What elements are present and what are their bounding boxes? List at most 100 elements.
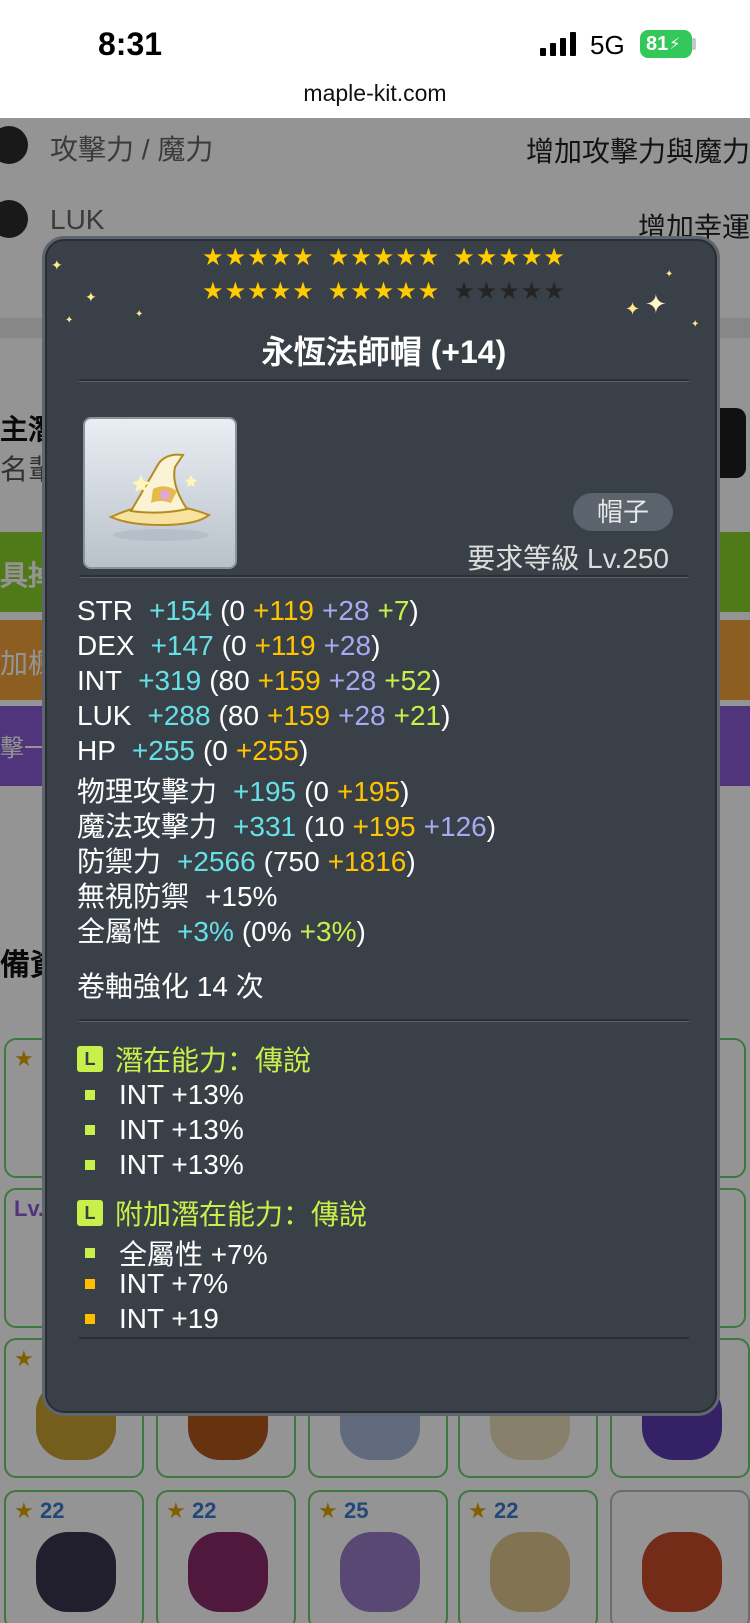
network-type: 5G (590, 30, 625, 60)
stat-total: +154 (149, 595, 213, 626)
battery-icon: 81 ⚡ (640, 30, 692, 58)
star-filled-icon: ★ (202, 278, 225, 305)
star-filled-icon: ★ (453, 244, 476, 271)
potential-header: L 潛在能力：傳說 (77, 1039, 311, 1079)
star-filled-icon: ★ (520, 244, 544, 271)
stat-base: (0 (304, 776, 329, 807)
stat-name: STR (77, 595, 133, 626)
star-filled-icon: ★ (350, 244, 373, 271)
star-filled-icon: ★ (327, 278, 351, 305)
stat-line: 防禦力 +2566 (750 +1816) (77, 840, 697, 877)
star-filled-icon: ★ (543, 244, 566, 271)
stat-bonus: +195 (352, 811, 416, 842)
item-name: 永恆法師帽 (+14) (261, 334, 507, 370)
stat-name: HP (77, 735, 116, 766)
additional-potential-line-text: 全屬性 +7% (119, 1239, 268, 1270)
item-icon-frame (83, 417, 237, 569)
stat-bonus: +28 (338, 700, 386, 731)
star-filled-icon: ★ (224, 244, 248, 271)
bullet-icon (85, 1090, 95, 1100)
status-time: 8:31 (98, 26, 163, 62)
star-force-row-2: ★★★★★ ★★★★★ ★★★★★ (45, 277, 717, 306)
stat-total: +288 (147, 700, 211, 731)
star-filled-icon: ★ (395, 278, 418, 305)
bullet-icon (85, 1125, 95, 1135)
potential-line: INT +13% (85, 1149, 244, 1181)
stat-total: +147 (150, 630, 214, 661)
star-filled-icon: ★ (350, 278, 373, 305)
stat-line: 無視防禦 +15% (77, 875, 697, 912)
stat-bonus: +159 (257, 665, 321, 696)
stat-total: +15% (205, 881, 278, 912)
stat-bonus: +3% (299, 916, 357, 947)
stat-bonus: +28 (323, 630, 372, 661)
additional-potential-line: INT +7% (85, 1268, 228, 1300)
stat-bonus: +119 (254, 630, 316, 661)
sparkle-icon: ✦ (65, 315, 74, 326)
stat-base: (0% (241, 916, 292, 947)
stat-total: +3% (177, 916, 234, 947)
stat-bonus: +28 (321, 595, 370, 626)
star-filled-icon: ★ (202, 244, 225, 271)
star-filled-icon: ★ (247, 244, 270, 271)
stat-name: 防禦力 (77, 846, 162, 877)
stat-base: (0 (221, 630, 247, 661)
stat-base: (80 (209, 665, 250, 696)
divider (79, 379, 689, 382)
star-filled-icon: ★ (475, 244, 499, 271)
star-filled-icon: ★ (372, 278, 396, 305)
divider (79, 1019, 689, 1022)
stat-total: +331 (233, 811, 297, 842)
stat-line: 全屬性 +3% (0% +3%) (77, 910, 697, 947)
required-level: 要求等級 Lv.250 (467, 543, 669, 574)
stat-base: (0 (202, 735, 228, 766)
stat-line: STR +154 (0 +119 +28 +7) (77, 595, 697, 630)
scroll-enhance-count: 卷軸強化 14 次 (77, 971, 264, 1002)
address-bar-url[interactable]: maple-kit.com (0, 80, 750, 107)
item-category-badge: 帽子 (573, 493, 673, 531)
potential-title: 潛在能力：傳說 (115, 1045, 312, 1076)
stat-base: (80 (218, 700, 260, 731)
star-empty-icon: ★ (453, 278, 476, 305)
stat-total: +319 (138, 665, 202, 696)
star-filled-icon: ★ (292, 244, 315, 271)
stat-line: 魔法攻擊力 +331 (10 +195 +126) (77, 805, 697, 842)
star-filled-icon: ★ (269, 244, 293, 271)
stat-base: (750 (263, 846, 320, 877)
star-filled-icon: ★ (247, 278, 270, 305)
star-force-row-1: ★★★★★ ★★★★★ ★★★★★ (45, 243, 717, 272)
stat-name: 物理攻擊力 (77, 776, 218, 807)
stat-name: LUK (77, 700, 132, 731)
additional-potential-header: L 附加潛在能力：傳說 (77, 1193, 367, 1233)
star-group-gap (315, 244, 328, 271)
star-filled-icon: ★ (292, 278, 315, 305)
cellular-signal-icon (540, 32, 576, 56)
stat-name: 全屬性 (77, 916, 162, 947)
star-group-gap (440, 244, 453, 271)
stat-line: INT +319 (80 +159 +28 +52) (77, 665, 697, 700)
divider (79, 1337, 689, 1339)
stat-total: +255 (131, 735, 195, 766)
stat-name: 魔法攻擊力 (77, 811, 218, 842)
stat-bonus: +7 (377, 595, 410, 626)
stat-base: (10 (304, 811, 345, 842)
potential-line-text: INT +13% (119, 1079, 244, 1110)
additional-potential-title: 附加潛在能力：傳說 (115, 1199, 368, 1230)
stat-close: ) (400, 776, 410, 807)
sparkle-icon: ✦ (135, 309, 144, 320)
star-filled-icon: ★ (327, 244, 351, 271)
battery-level: 81 (646, 32, 669, 55)
stat-close: ) (486, 811, 497, 842)
stat-bonus: +159 (267, 700, 331, 731)
additional-potential-line: 全屬性 +7% (85, 1233, 268, 1273)
star-filled-icon: ★ (269, 278, 293, 305)
legendary-grade-icon: L (77, 1200, 103, 1226)
star-filled-icon: ★ (224, 278, 248, 305)
stat-close: ) (406, 846, 416, 877)
battery-cap (692, 38, 696, 50)
stat-close: ) (298, 735, 309, 766)
bullet-icon (85, 1314, 95, 1324)
divider (79, 575, 689, 578)
potential-line: INT +13% (85, 1079, 244, 1111)
wizard-hat-icon (108, 453, 211, 541)
